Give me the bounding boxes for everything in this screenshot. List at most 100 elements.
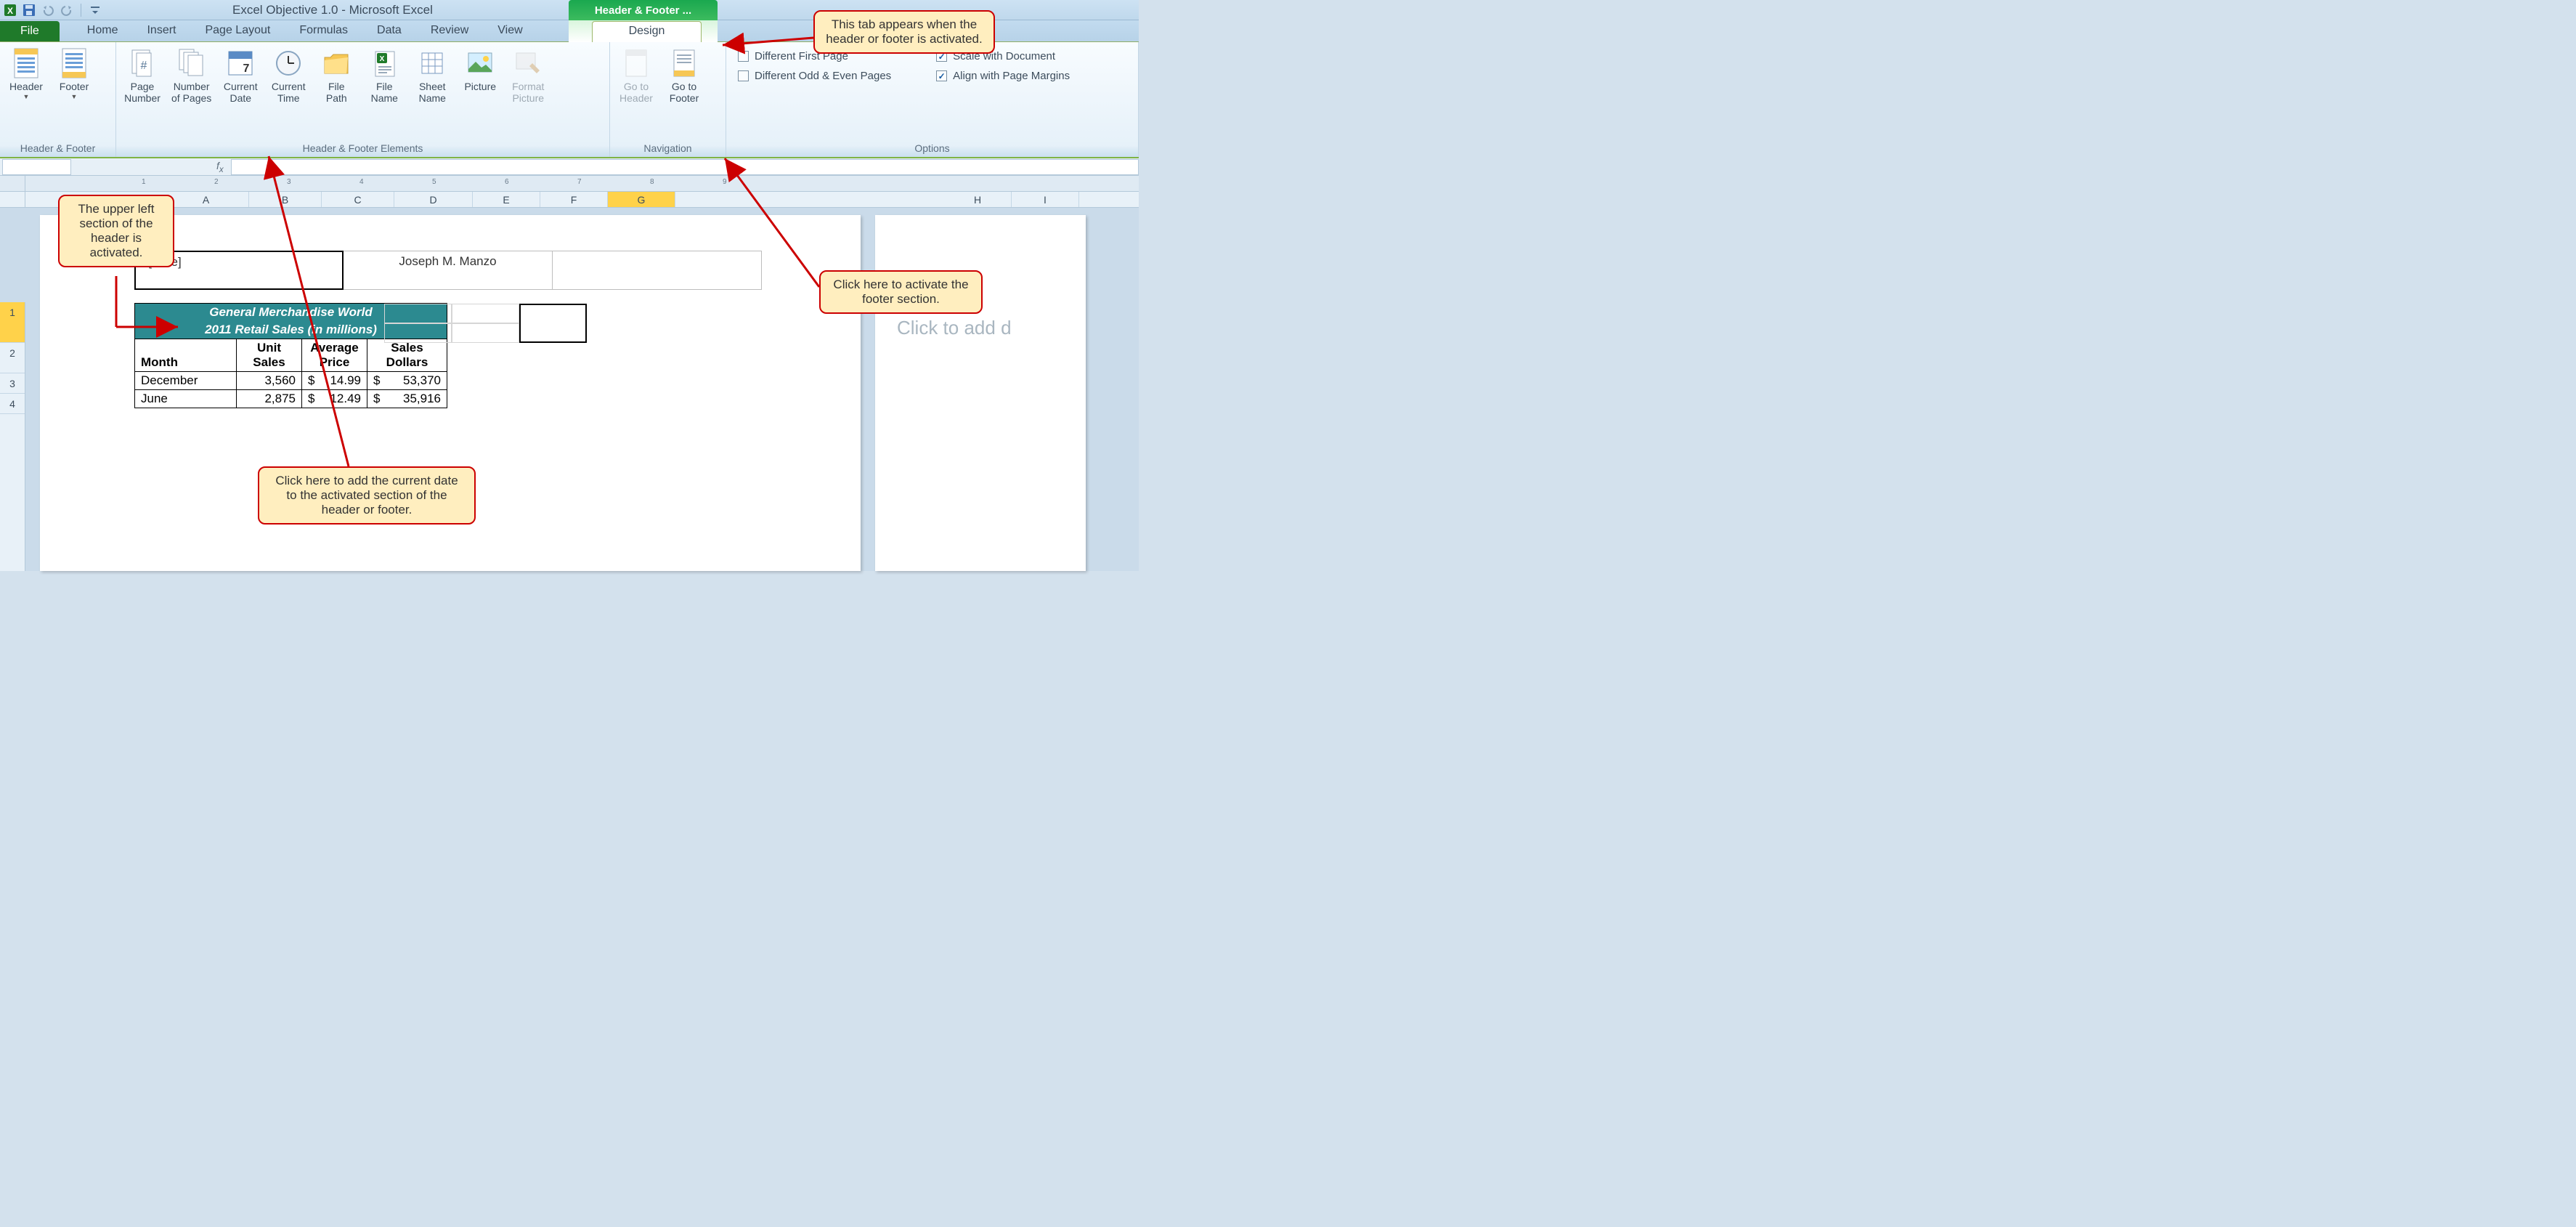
row-header-1[interactable]: 1 <box>0 302 25 343</box>
formula-bar: fx <box>0 158 1139 176</box>
tab-page-layout[interactable]: Page Layout <box>190 21 285 41</box>
sheet-icon <box>418 47 447 79</box>
format-picture-label: Format Picture <box>512 81 544 104</box>
col-header-i[interactable]: I <box>1012 192 1079 207</box>
format-picture-button: Format Picture <box>506 44 550 104</box>
page-number-button[interactable]: # Page Number <box>121 44 164 104</box>
svg-text:#: # <box>141 60 147 72</box>
current-time-button[interactable]: Current Time <box>267 44 310 104</box>
align-with-margins-checkbox[interactable]: ✓Align with Page Margins <box>936 70 1070 82</box>
tab-data[interactable]: Data <box>362 21 416 41</box>
customize-qat-icon[interactable] <box>88 3 102 17</box>
col-header-g[interactable]: G <box>608 192 675 207</box>
name-box[interactable] <box>2 159 71 175</box>
footer-icon <box>60 47 89 79</box>
cell-month[interactable]: June <box>135 390 237 408</box>
col-sales-dollars: SalesDollars <box>367 339 447 372</box>
header-label: Header <box>9 81 43 92</box>
row-header-4[interactable]: 4 <box>0 394 25 414</box>
cell-units[interactable]: 3,560 <box>237 372 302 390</box>
chevron-down-icon: ▼ <box>71 93 78 100</box>
cell-dollars[interactable]: 53,370 <box>367 372 447 390</box>
different-odd-even-label: Different Odd & Even Pages <box>755 70 891 82</box>
file-name-icon: X <box>370 47 399 79</box>
callout-design-tab: This tab appears when the header or foot… <box>813 10 995 54</box>
col-unit-sales: UnitSales <box>237 339 302 372</box>
save-icon[interactable] <box>22 3 36 17</box>
col-avg-price: AveragePrice <box>302 339 367 372</box>
undo-icon[interactable] <box>41 3 55 17</box>
tab-insert[interactable]: Insert <box>132 21 190 41</box>
col-header-f[interactable]: F <box>540 192 608 207</box>
footer-button[interactable]: Footer ▼ <box>52 44 96 100</box>
align-with-margins-label: Align with Page Margins <box>953 70 1070 82</box>
col-header-h[interactable]: H <box>944 192 1012 207</box>
svg-text:X: X <box>7 6 13 16</box>
current-date-label: Current Date <box>224 81 258 104</box>
col-header-a[interactable]: A <box>163 192 249 207</box>
active-cell[interactable] <box>519 304 587 343</box>
cell[interactable] <box>384 304 452 323</box>
redo-icon[interactable] <box>60 3 74 17</box>
file-path-button[interactable]: File Path <box>314 44 358 104</box>
cell-dollars[interactable]: 35,916 <box>367 390 447 408</box>
col-header-e[interactable]: E <box>473 192 540 207</box>
quick-access-toolbar: X <box>0 3 105 17</box>
table-row: June 2,875 12.49 35,916 <box>135 390 447 408</box>
callout-goto-footer: Click here to activate the footer sectio… <box>819 270 983 314</box>
sheet-name-button[interactable]: Sheet Name <box>410 44 454 104</box>
group-label-options: Options <box>731 141 1134 155</box>
callout-current-date: Click here to add the current date to th… <box>258 466 476 525</box>
group-elements: # Page Number Number of Pages 7 Current Da… <box>116 42 610 157</box>
svg-text:X: X <box>380 55 385 63</box>
footer-label: Footer <box>60 81 89 92</box>
sheet-name-label: Sheet Name <box>419 81 446 104</box>
cell[interactable] <box>452 323 519 343</box>
svg-text:7: 7 <box>243 62 250 75</box>
select-all-corner[interactable] <box>0 192 25 207</box>
file-name-label: File Name <box>371 81 398 104</box>
tab-design[interactable]: Design <box>592 21 702 42</box>
tab-formulas[interactable]: Formulas <box>285 21 362 41</box>
col-header-b[interactable]: B <box>249 192 322 207</box>
excel-icon[interactable]: X <box>3 3 17 17</box>
header-right-section[interactable] <box>553 251 762 290</box>
row-headers: 1 2 3 4 <box>0 302 25 571</box>
header-section-label: Header <box>134 237 766 249</box>
page-number-label: Page Number <box>124 81 161 104</box>
cell[interactable] <box>384 323 452 343</box>
cell-price[interactable]: 14.99 <box>302 372 367 390</box>
goto-footer-button[interactable]: Go to Footer <box>662 44 706 104</box>
header-center-section[interactable]: Joseph M. Manzo <box>344 251 553 290</box>
cell-month[interactable]: December <box>135 372 237 390</box>
fx-icon[interactable]: fx <box>216 160 224 174</box>
different-odd-even-checkbox[interactable]: Different Odd & Even Pages <box>738 70 891 82</box>
tab-home[interactable]: Home <box>73 21 133 41</box>
ribbon: Header ▼ Footer ▼ Header & Footer # Page … <box>0 42 1139 158</box>
col-header-d[interactable]: D <box>394 192 473 207</box>
file-tab[interactable]: File <box>0 21 60 41</box>
contextual-tab-caption: Header & Footer ... <box>569 0 718 20</box>
cell-price[interactable]: 12.49 <box>302 390 367 408</box>
tab-review[interactable]: Review <box>416 21 483 41</box>
number-of-pages-button[interactable]: Number of Pages <box>168 44 214 104</box>
picture-icon <box>466 47 495 79</box>
current-date-button[interactable]: 7 Current Date <box>219 44 262 104</box>
window-title: Excel Objective 1.0 - Microsoft Excel <box>232 3 433 17</box>
number-of-pages-label: Number of Pages <box>171 81 211 104</box>
formula-input[interactable] <box>231 159 1139 175</box>
header-button[interactable]: Header ▼ <box>4 44 48 100</box>
number-of-pages-icon <box>177 47 206 79</box>
row-header-2[interactable]: 2 <box>0 343 25 373</box>
row-header-3[interactable]: 3 <box>0 373 25 394</box>
col-header-c[interactable]: C <box>322 192 394 207</box>
goto-footer-icon <box>670 47 699 79</box>
cell[interactable] <box>452 304 519 323</box>
cell-units[interactable]: 2,875 <box>237 390 302 408</box>
picture-button[interactable]: Picture <box>458 44 502 92</box>
file-name-button[interactable]: X File Name <box>362 44 406 104</box>
tab-view[interactable]: View <box>483 21 537 41</box>
group-header-footer: Header ▼ Footer ▼ Header & Footer <box>0 42 116 157</box>
header-icon <box>12 47 41 79</box>
page-preview-2[interactable]: Click to add d <box>875 215 1086 571</box>
